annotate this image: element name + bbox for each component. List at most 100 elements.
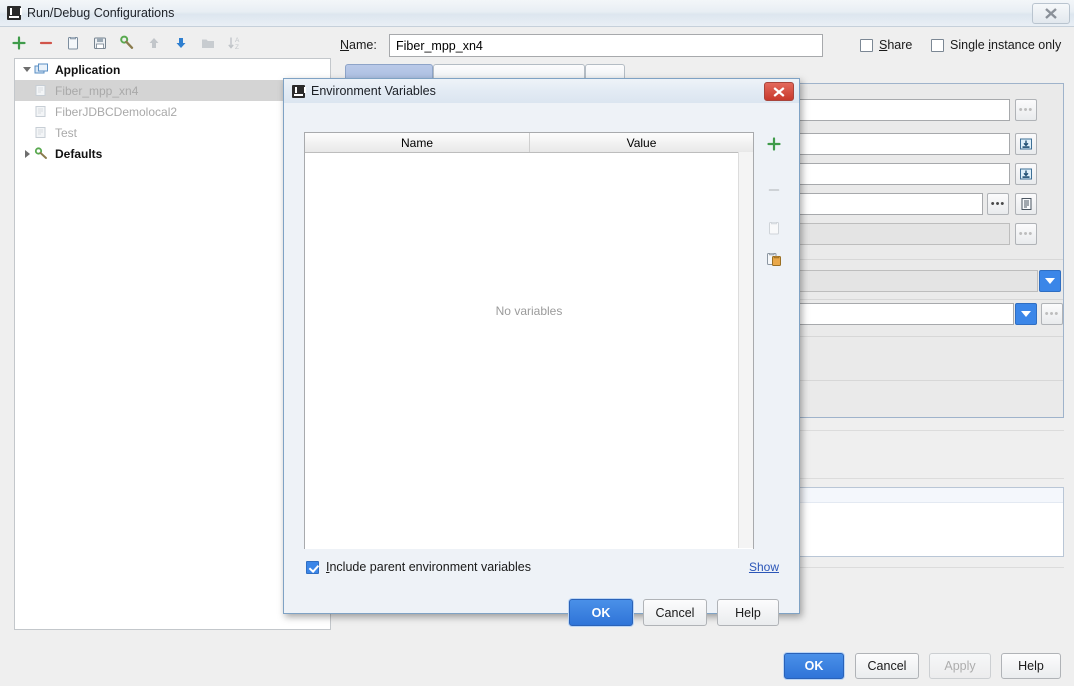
- configurations-toolbar: A Z: [8, 30, 246, 56]
- dialog-title: Environment Variables: [311, 84, 436, 98]
- single-instance-checkbox-box[interactable]: [931, 38, 944, 52]
- wrench-icon: [120, 35, 134, 49]
- ellipsis-icon: •••: [1018, 228, 1034, 240]
- edit-defaults-button[interactable]: [116, 32, 138, 54]
- arrow-up-icon: [149, 38, 159, 48]
- single-instance-checkbox-label: Single instance only: [950, 38, 1062, 52]
- run-debug-configurations-window: Run/Debug Configurations A Z Application…: [0, 0, 1074, 686]
- main-class-browse-button[interactable]: •••: [1015, 99, 1037, 121]
- dialog-close-icon: [773, 86, 785, 97]
- paste-variable-button[interactable]: [762, 247, 786, 271]
- chevron-down-icon: [1021, 311, 1031, 317]
- ellipsis-icon: •••: [990, 198, 1006, 210]
- chevron-right-icon: [24, 149, 30, 158]
- tree-node-label: Application: [55, 62, 121, 77]
- copy-configuration-button[interactable]: [62, 32, 84, 54]
- apply-button[interactable]: Apply: [929, 653, 991, 679]
- arrow-down-icon: [176, 38, 186, 48]
- single-instance-checkbox[interactable]: Single instance only: [931, 38, 1061, 52]
- application-icon: [34, 63, 50, 77]
- dialog-titlebar: Environment Variables: [284, 79, 799, 103]
- folder-icon: [202, 39, 214, 48]
- classpath-module-combo-arrow[interactable]: [1039, 270, 1061, 292]
- create-folder-button[interactable]: [197, 32, 219, 54]
- plus-icon: [767, 137, 781, 151]
- run-config-icon: [34, 126, 50, 140]
- sort-configurations-button[interactable]: A Z: [224, 32, 246, 54]
- chevron-down-icon: [1045, 278, 1055, 284]
- name-field-label: Name:: [340, 38, 377, 52]
- tree-node-application[interactable]: Application: [15, 59, 330, 80]
- show-parent-env-link[interactable]: Show: [749, 560, 779, 574]
- idea-app-icon: [7, 6, 22, 20]
- tree-node-label: Fiber_mpp_xn4: [55, 83, 139, 98]
- remove-variable-button[interactable]: [762, 178, 786, 202]
- dialog-cancel-button[interactable]: Cancel: [643, 599, 707, 626]
- include-parent-env-checkbox-box[interactable]: [306, 560, 319, 574]
- expand-editor-icon: [1020, 138, 1032, 150]
- defaults-icon: [34, 147, 50, 161]
- table-body[interactable]: No variables: [305, 153, 753, 549]
- copy-variable-button[interactable]: [762, 216, 786, 240]
- table-header-row: Name Value: [305, 133, 753, 153]
- share-checkbox-box[interactable]: [860, 38, 873, 52]
- save-configuration-button[interactable]: [89, 32, 111, 54]
- window-titlebar: Run/Debug Configurations: [0, 0, 1074, 27]
- tree-node-label: Test: [55, 125, 78, 140]
- plus-icon: [12, 36, 26, 50]
- add-variable-button[interactable]: [762, 132, 786, 156]
- share-checkbox-label: Share: [879, 38, 913, 52]
- jre-browse-button[interactable]: •••: [1041, 303, 1063, 325]
- dialog-help-button[interactable]: Help: [717, 599, 779, 626]
- help-button[interactable]: Help: [1001, 653, 1061, 679]
- remove-configuration-button[interactable]: [35, 32, 57, 54]
- save-icon: [94, 37, 106, 49]
- include-parent-env-label: Include parent environment variables: [326, 560, 531, 574]
- add-configuration-button[interactable]: [8, 32, 30, 54]
- variables-toolbar: [762, 132, 786, 273]
- column-header-name[interactable]: Name: [305, 133, 530, 152]
- ok-button[interactable]: OK: [784, 653, 844, 679]
- expand-editor-icon: [1020, 168, 1032, 180]
- run-config-icon: [34, 105, 50, 119]
- copy-icon: [769, 222, 779, 235]
- dialog-ok-button[interactable]: OK: [569, 599, 633, 626]
- program-arguments-expand-button[interactable]: [1015, 163, 1037, 185]
- copy-icon: [68, 37, 78, 50]
- minus-icon: [39, 41, 53, 45]
- move-down-button[interactable]: [170, 32, 192, 54]
- environment-variables-browse-button[interactable]: •••: [1015, 223, 1037, 245]
- working-directory-browse-button[interactable]: •••: [987, 193, 1009, 215]
- cancel-button[interactable]: Cancel: [855, 653, 919, 679]
- vm-options-expand-button[interactable]: [1015, 133, 1037, 155]
- module-list-icon: [1021, 198, 1031, 210]
- tree-node-label: FiberJDBCDemolocal2: [55, 104, 178, 119]
- move-up-button[interactable]: [143, 32, 165, 54]
- idea-app-icon: [292, 84, 306, 98]
- window-close-button[interactable]: [1032, 3, 1070, 24]
- chevron-down-icon: [23, 67, 31, 72]
- sort-az-icon: A Z: [228, 37, 240, 51]
- dialog-button-bar: OK Cancel Help: [569, 599, 779, 626]
- tree-node-label: Defaults: [55, 146, 103, 161]
- run-config-icon: [34, 84, 50, 98]
- ellipsis-icon: •••: [1044, 308, 1060, 320]
- dialog-close-button[interactable]: [764, 82, 794, 101]
- column-header-value[interactable]: Value: [530, 133, 753, 152]
- ellipsis-icon: •••: [1018, 104, 1034, 116]
- minus-icon: [768, 189, 780, 191]
- tree-expander[interactable]: [20, 149, 34, 158]
- window-close-icon: [1044, 8, 1057, 19]
- tree-expander[interactable]: [20, 67, 34, 72]
- include-parent-env-checkbox[interactable]: Include parent environment variables: [306, 560, 531, 574]
- svg-text:A: A: [235, 37, 240, 44]
- table-vertical-scrollbar[interactable]: [738, 152, 753, 548]
- svg-text:Z: Z: [235, 44, 239, 51]
- name-input[interactable]: Fiber_mpp_xn4: [389, 34, 823, 57]
- working-directory-macros-button[interactable]: [1015, 193, 1037, 215]
- environment-variables-dialog: Environment Variables Name Value No vari…: [283, 78, 800, 626]
- jre-combo-arrow[interactable]: [1015, 303, 1037, 325]
- environment-variables-table[interactable]: Name Value No variables: [304, 132, 754, 549]
- share-checkbox[interactable]: Share: [860, 38, 912, 52]
- window-title: Run/Debug Configurations: [27, 6, 175, 20]
